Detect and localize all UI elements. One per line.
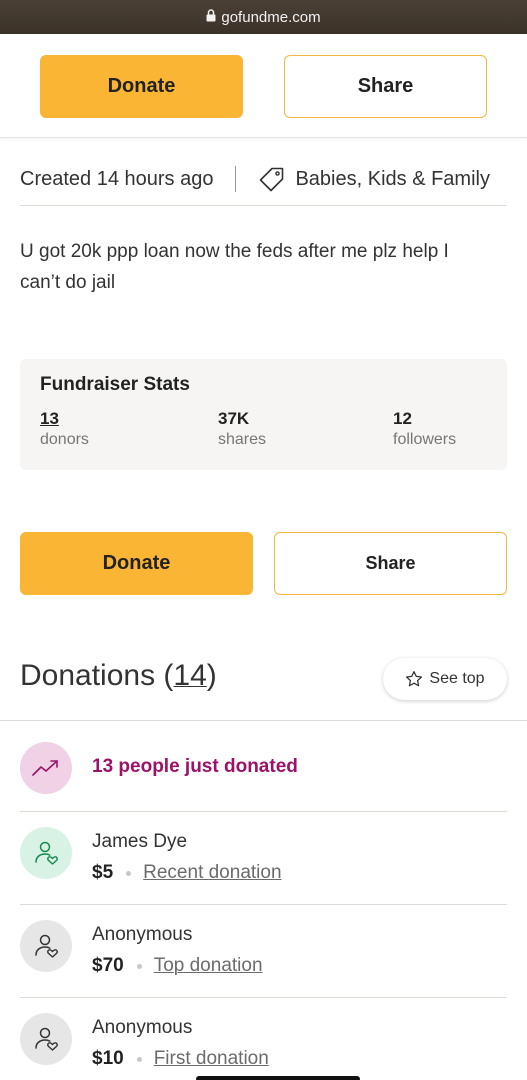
stat-followers: 12 followers: [393, 409, 456, 449]
category-label: Babies, Kids & Family: [295, 167, 490, 190]
donation-type-link[interactable]: Recent donation: [143, 862, 281, 884]
shares-label: shares: [218, 431, 267, 448]
donation-type-link[interactable]: First donation: [154, 1048, 269, 1070]
separator-dot: [136, 963, 142, 969]
followers-count: 12: [393, 409, 412, 428]
share-button[interactable]: Share: [274, 532, 507, 595]
sticky-action-bar: Donate Share: [0, 34, 527, 138]
donation-type-link[interactable]: Top donation: [154, 955, 263, 977]
donor-name: James Dye: [92, 831, 188, 852]
stat-shares: 37K shares: [218, 409, 266, 449]
donor-avatar: [20, 827, 72, 879]
meta-divider: [235, 166, 237, 192]
donation-amount: $70: [92, 955, 124, 976]
user-heart-icon: [35, 1027, 58, 1051]
donors-label: donors: [40, 431, 89, 448]
donations-heading-close: ): [206, 659, 217, 692]
trending-up-icon: [32, 760, 58, 776]
donation-detail: $5 Recent donation: [92, 862, 282, 884]
created-time: Created 14 hours ago: [20, 167, 214, 190]
trend-avatar: [20, 742, 72, 794]
category-link[interactable]: Babies, Kids & Family: [258, 166, 490, 193]
donations-count-link[interactable]: 14: [173, 659, 206, 692]
divider: [20, 205, 507, 206]
separator-dot: [136, 1056, 142, 1062]
browser-url-bar[interactable]: gofundme.com: [0, 0, 527, 34]
see-top-label: See top: [429, 670, 485, 687]
donors-count[interactable]: 13: [40, 409, 89, 429]
donation-amount: $5: [92, 862, 114, 883]
donations-heading-text: Donations (: [20, 659, 174, 692]
followers-label: followers: [393, 431, 457, 448]
star-icon: [406, 670, 423, 687]
home-indicator[interactable]: [196, 1076, 360, 1080]
donation-detail: $10 First donation: [92, 1048, 269, 1070]
see-top-button[interactable]: See top: [383, 658, 507, 700]
divider: [20, 904, 507, 905]
user-heart-icon: [35, 841, 58, 865]
sticky-donate-button[interactable]: Donate: [40, 55, 243, 118]
user-heart-icon: [35, 934, 58, 958]
donation-detail: $70 Top donation: [92, 955, 263, 977]
separator-dot: [126, 870, 132, 876]
stat-donors[interactable]: 13 donors: [40, 409, 89, 449]
stats-title: Fundraiser Stats: [40, 374, 190, 395]
lock-icon: [206, 8, 216, 26]
url-text: gofundme.com: [221, 8, 321, 26]
divider: [20, 997, 507, 998]
donation-amount: $10: [92, 1048, 124, 1069]
recent-donations-activity: 13 people just donated: [92, 756, 298, 777]
campaign-meta: Created 14 hours ago Babies, Kids & Fami…: [20, 152, 507, 206]
divider: [20, 811, 507, 812]
tag-icon: [260, 167, 284, 191]
donor-avatar: [20, 1013, 72, 1065]
donor-avatar: [20, 920, 72, 972]
shares-count: 37K: [218, 409, 250, 428]
donations-heading: Donations (14): [20, 659, 217, 693]
sticky-share-button[interactable]: Share: [284, 55, 487, 118]
donor-name: Anonymous: [92, 924, 193, 945]
divider: [0, 720, 527, 721]
donor-name: Anonymous: [92, 1017, 193, 1038]
donate-button[interactable]: Donate: [20, 532, 253, 595]
fundraiser-stats-card: Fundraiser Stats 13 donors 37K shares 12…: [20, 359, 507, 470]
campaign-story: U got 20k ppp loan now the feds after me…: [20, 241, 449, 293]
